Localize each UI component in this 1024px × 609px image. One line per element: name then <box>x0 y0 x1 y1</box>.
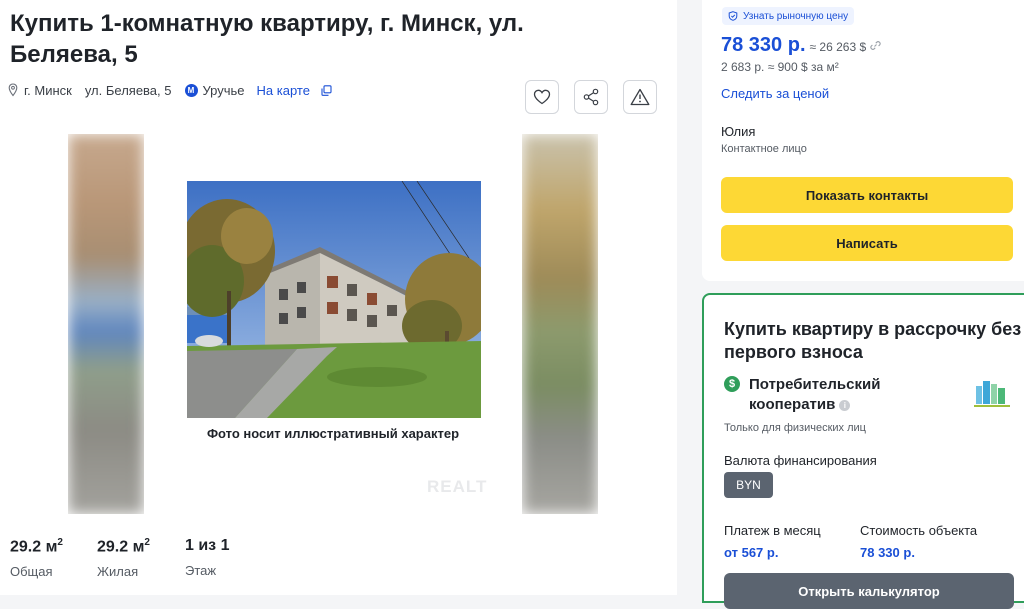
monthly-payment-value: от 567 р. <box>724 545 779 560</box>
photo-caption: Фото носит иллюстративный характер <box>206 426 460 441</box>
dollar-icon: $ <box>724 376 740 392</box>
price-per-meter: 2 683 р. ≈ 900 $ за м² <box>721 60 839 74</box>
share-button[interactable] <box>574 80 608 114</box>
monthly-payment: Платеж в месяц от 567 р. <box>724 523 821 560</box>
stat-value: 29.2 м2 <box>10 537 63 556</box>
open-calculator-button[interactable]: Открыть калькулятор <box>724 573 1014 609</box>
cooperative-name: Потребительский кооператив i <box>749 376 881 413</box>
stat-label: Этаж <box>185 563 217 578</box>
currency-byn-chip[interactable]: BYN <box>724 472 773 498</box>
building-photo <box>187 181 481 418</box>
location-pin-icon <box>8 83 18 97</box>
show-contacts-button[interactable]: Показать контакты <box>721 177 1013 213</box>
stat-living-area: 29.2 м2 Жилая <box>97 537 150 579</box>
currency-label: Валюта финансирования <box>724 453 877 468</box>
follow-price-link[interactable]: Следить за ценой <box>721 86 829 101</box>
price-row: 78 330 р. ≈ 26 263 $ <box>721 34 881 57</box>
metro-icon: М <box>184 83 198 97</box>
contact-role: Контактное лицо <box>721 143 807 155</box>
listing-main: Купить 1-комнатную квартиру, г. Минск, у… <box>0 0 677 595</box>
price-value: 78 330 р. <box>721 34 806 56</box>
only-individuals-note: Только для физических лиц <box>724 422 866 434</box>
stat-value: 29.2 м2 <box>97 537 150 556</box>
stat-total-area: 29.2 м2 Общая <box>10 537 63 579</box>
stat-floor: 1 из 1 Этаж <box>185 537 229 578</box>
warning-icon <box>630 88 650 106</box>
write-message-button[interactable]: Написать <box>721 225 1013 261</box>
price-card: Узнать рыночную цену 78 330 р. ≈ 26 263 … <box>702 0 1024 281</box>
stat-label: Общая <box>10 564 53 580</box>
address-bar: г. Минск ул. Беляева, 5 М Уручье На карт… <box>8 82 332 98</box>
object-cost-value: 78 330 р. <box>860 545 915 560</box>
address-street: ул. Беляева, 5 <box>84 82 172 98</box>
metro-station: Уручье <box>202 82 245 98</box>
photo-gallery[interactable]: Фото носит иллюстративный характер REALT <box>68 134 598 514</box>
address-city: г. Минск <box>24 82 72 98</box>
object-cost: Стоимость объекта 78 330 р. <box>860 523 977 560</box>
market-price-label: Узнать рыночную цену <box>743 10 849 22</box>
stat-label: Жилая <box>97 564 139 580</box>
copy-icon[interactable] <box>321 84 332 96</box>
next-photo-preview[interactable] <box>522 134 598 514</box>
cooperative-row: $ Потребительский кооператив i <box>724 375 919 415</box>
shield-icon <box>728 11 738 21</box>
contact-name: Юлия <box>721 124 756 139</box>
main-photo-card[interactable]: Фото носит иллюстративный характер REALT <box>144 134 522 514</box>
favorite-button[interactable] <box>525 80 559 114</box>
report-button[interactable] <box>623 80 657 114</box>
installment-card: Купить квартиру в рассрочку без первого … <box>702 293 1024 609</box>
previous-photo-preview[interactable] <box>68 134 144 514</box>
heart-icon <box>533 89 551 105</box>
on-map-link[interactable]: На карте <box>257 83 310 98</box>
stat-value: 1 из 1 <box>185 537 230 554</box>
market-price-badge[interactable]: Узнать рыночную цену <box>722 7 855 25</box>
cooperative-logo <box>974 381 1010 407</box>
realt-watermark: REALT <box>427 477 488 496</box>
object-cost-label: Стоимость объекта <box>860 523 978 538</box>
page-title: Купить 1-комнатную квартиру, г. Минск, у… <box>10 10 524 68</box>
installment-title: Купить квартиру в рассрочку без первого … <box>724 319 1022 362</box>
link-icon[interactable] <box>870 40 881 51</box>
info-icon[interactable]: i <box>839 399 851 411</box>
monthly-payment-label: Платеж в месяц <box>724 523 821 538</box>
price-usd: ≈ 26 263 $ <box>809 40 867 54</box>
share-icon <box>583 88 599 106</box>
